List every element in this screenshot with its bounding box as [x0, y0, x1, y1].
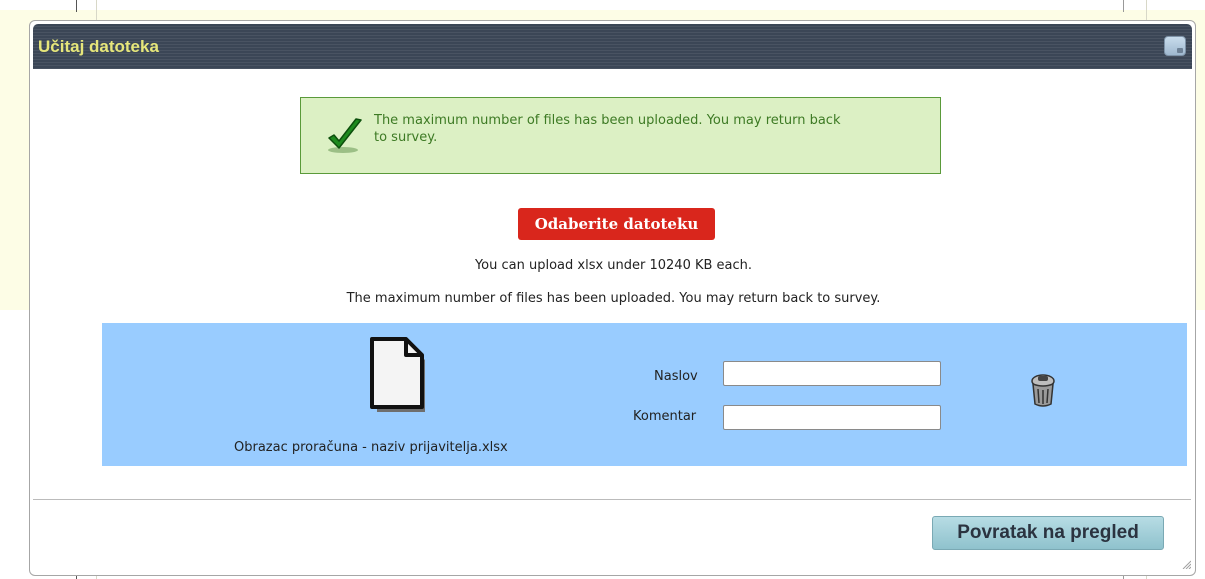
success-text: The maximum number of files has been upl… [374, 113, 841, 145]
footer-divider [33, 499, 1191, 500]
file-icon [370, 337, 425, 412]
trash-icon[interactable] [1028, 373, 1058, 409]
upload-info-text: You can upload xlsx under 10240 KB each. [474, 258, 753, 273]
choose-file-button[interactable]: Odaberite datoteku [518, 208, 715, 240]
comment-label: Komentar [633, 409, 697, 424]
comment-input[interactable] [723, 405, 941, 430]
back-to-overview-button[interactable]: Povratak na pregled [932, 516, 1164, 550]
close-icon[interactable] [1164, 36, 1186, 56]
dialog-titlebar[interactable]: Učitaj datoteka [33, 24, 1192, 69]
title-input[interactable] [723, 361, 941, 386]
background-tick [76, 0, 77, 12]
upload-dialog: Učitaj datoteka The maximum number of fi… [29, 20, 1196, 576]
background-tick [1123, 0, 1124, 12]
file-name: Obrazac proračuna - naziv prijavitelja.x… [234, 440, 508, 455]
max-files-text: The maximum number of files has been upl… [346, 291, 881, 306]
success-message: The maximum number of files has been upl… [300, 97, 941, 174]
dialog-title: Učitaj datoteka [38, 37, 159, 56]
uploaded-file-row: Obrazac proračuna - naziv prijavitelja.x… [102, 323, 1187, 466]
title-label: Naslov [654, 369, 698, 384]
resize-grip-icon[interactable] [1181, 559, 1191, 569]
checkmark-icon [328, 118, 362, 153]
